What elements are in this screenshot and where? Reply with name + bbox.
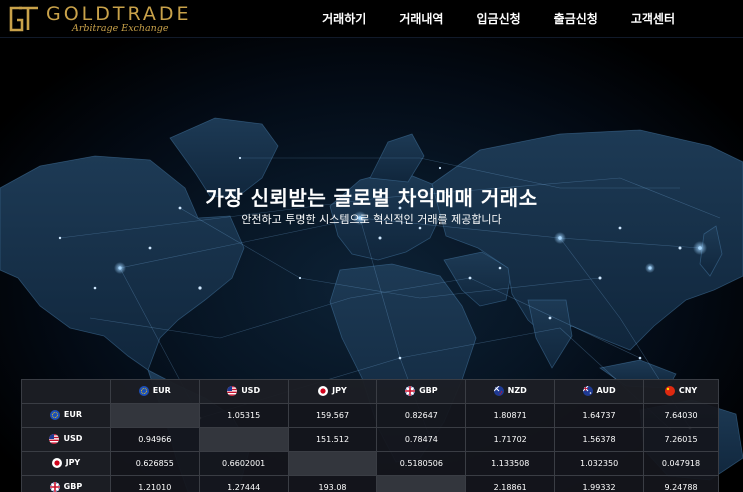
column-header-nzd: NZD bbox=[465, 379, 556, 404]
rate-cell: 1.80871 bbox=[465, 403, 556, 428]
nav-item-support[interactable]: 고객센터 bbox=[631, 10, 675, 27]
row-header-jpy: JPY bbox=[21, 451, 111, 476]
rate-cell: 2.18861 bbox=[465, 475, 556, 492]
nav-item-history[interactable]: 거래내역 bbox=[399, 10, 443, 27]
exchange-rate-table: EUR USD JPY GBP NZD AUD CNY EUR 1.05315 … bbox=[21, 379, 719, 492]
rate-cell: 0.78474 bbox=[376, 427, 467, 452]
rate-cell: 1.71702 bbox=[465, 427, 556, 452]
us-flag-icon bbox=[227, 385, 238, 396]
brand-name: GOLDTRADE bbox=[46, 3, 192, 25]
rate-cell: 1.032350 bbox=[554, 451, 645, 476]
rate-cell: 1.56378 bbox=[554, 427, 645, 452]
brand-logo[interactable]: GOLDTRADE Arbitrage Exchange bbox=[8, 3, 198, 35]
row-header-usd: USD bbox=[21, 427, 111, 452]
rate-cell: 193.08 bbox=[287, 475, 378, 492]
rate-cell: 0.626855 bbox=[109, 451, 200, 476]
rate-cell: 1.27444 bbox=[198, 475, 289, 492]
column-header-usd: USD bbox=[198, 379, 289, 404]
nav-item-withdraw[interactable]: 출금신청 bbox=[554, 10, 598, 27]
nav-item-deposit[interactable]: 입금신청 bbox=[476, 10, 520, 27]
rate-cell: 7.64030 bbox=[643, 403, 719, 428]
rate-cell: 1.99332 bbox=[554, 475, 645, 492]
column-header-aud: AUD bbox=[554, 379, 645, 404]
rate-cell: 0.047918 bbox=[643, 451, 719, 476]
rate-cell: 0.94966 bbox=[109, 427, 200, 452]
brand-tagline: Arbitrage Exchange bbox=[72, 23, 169, 34]
rate-cell bbox=[198, 427, 289, 452]
rate-cell: 1.21010 bbox=[109, 475, 200, 492]
gb-flag-icon bbox=[49, 481, 60, 492]
table-row: EUR 1.05315 159.567 0.82647 1.80871 1.64… bbox=[21, 403, 719, 428]
table-row: GBP 1.21010 1.27444 193.08 2.18861 1.993… bbox=[21, 475, 719, 492]
rate-cell bbox=[376, 475, 467, 492]
table-row: USD 0.94966 151.512 0.78474 1.71702 1.56… bbox=[21, 427, 719, 452]
rate-cell: 1.05315 bbox=[198, 403, 289, 428]
jp-flag-icon bbox=[51, 457, 62, 468]
column-header-gbp: GBP bbox=[376, 379, 467, 404]
table-corner-cell bbox=[21, 379, 111, 404]
rate-cell bbox=[109, 403, 200, 428]
main-nav: 거래하기 거래내역 입금신청 출금신청 고객센터 bbox=[289, 10, 675, 27]
nz-flag-icon bbox=[493, 385, 504, 396]
au-flag-icon bbox=[582, 385, 593, 396]
rate-cell: 0.6602001 bbox=[198, 451, 289, 476]
rate-cell: 151.512 bbox=[287, 427, 378, 452]
table-header-row: EUR USD JPY GBP NZD AUD CNY bbox=[21, 379, 719, 404]
jp-flag-icon bbox=[318, 385, 329, 396]
row-header-gbp: GBP bbox=[21, 475, 111, 492]
hero-subtitle: 안전하고 투명한 시스템으로 혁신적인 거래를 제공합니다 bbox=[241, 213, 502, 226]
rate-cell: 0.82647 bbox=[376, 403, 467, 428]
rate-cell: 1.133508 bbox=[465, 451, 556, 476]
eu-flag-icon bbox=[49, 409, 60, 420]
nav-item-trade[interactable]: 거래하기 bbox=[322, 10, 366, 27]
row-header-eur: EUR bbox=[21, 403, 111, 428]
hero-title: 가장 신뢰받는 글로벌 차익매매 거래소 bbox=[205, 186, 538, 210]
eu-flag-icon bbox=[138, 385, 149, 396]
us-flag-icon bbox=[49, 433, 60, 444]
goldtrade-logo-icon bbox=[9, 6, 38, 32]
top-header: GOLDTRADE Arbitrage Exchange 거래하기 거래내역 입… bbox=[0, 0, 743, 38]
gb-flag-icon bbox=[405, 385, 416, 396]
rate-cell: 0.5180506 bbox=[376, 451, 467, 476]
column-header-cny: CNY bbox=[643, 379, 719, 404]
rate-cell: 7.26015 bbox=[643, 427, 719, 452]
column-header-eur: EUR bbox=[109, 379, 200, 404]
rate-cell: 159.567 bbox=[287, 403, 378, 428]
rate-cell bbox=[287, 451, 378, 476]
column-header-jpy: JPY bbox=[287, 379, 378, 404]
table-row: JPY 0.626855 0.6602001 0.5180506 1.13350… bbox=[21, 451, 719, 476]
rate-cell: 9.24788 bbox=[643, 475, 719, 492]
cn-flag-icon bbox=[664, 385, 675, 396]
rate-cell: 1.64737 bbox=[554, 403, 645, 428]
